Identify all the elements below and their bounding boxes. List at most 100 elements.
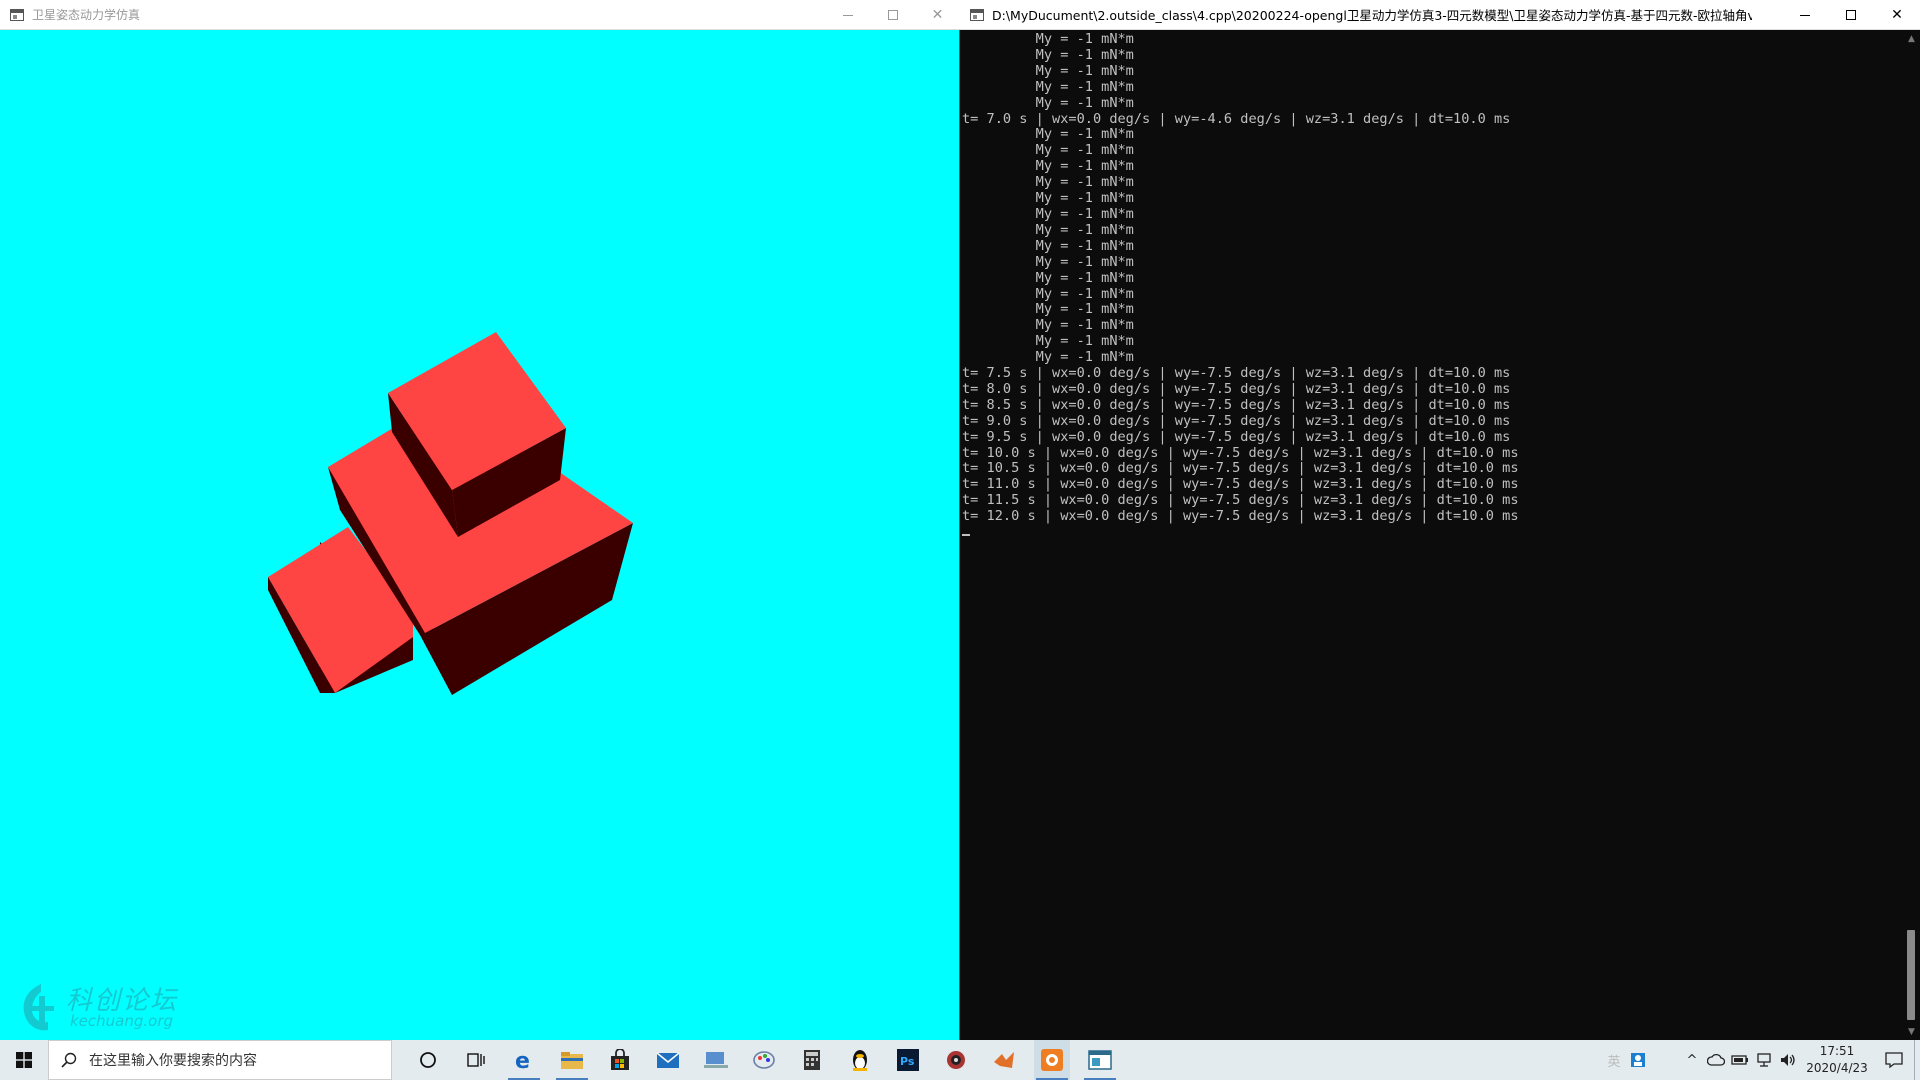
ime-indicator[interactable]: 英 [1602,1040,1626,1080]
console-line: t= 7.0 s | wx=0.0 deg/s | wy=-4.6 deg/s … [962,110,1511,127]
console-window-titlebar[interactable]: D:\MyDucument\2.outside_class\4.cpp\2020… [960,0,1920,30]
qq-button[interactable] [842,1040,878,1080]
opengl-app-taskbar-button[interactable] [1034,1040,1070,1080]
console-line: My = -1 mN*m [962,205,1134,222]
console-line: My = -1 mN*m [962,32,1134,47]
notification-icon [1885,1052,1903,1068]
photoshop-button[interactable]: Ps [890,1040,926,1080]
watermark-english-text: kechuang.org [70,1012,174,1030]
volume-icon[interactable] [1776,1040,1800,1080]
console-line: My = -1 mN*m [962,46,1134,63]
calculator-icon [804,1050,820,1070]
show-hidden-icons-chevron-icon[interactable]: ^ [1680,1040,1704,1080]
scroll-down-icon[interactable]: ▼ [1903,1023,1920,1040]
pinned-apps: e Ps [404,1040,1124,1080]
store-button[interactable] [602,1040,638,1080]
battery-icon[interactable] [1728,1040,1752,1080]
minimize-button[interactable] [825,0,870,30]
svg-text:Ps: Ps [900,1055,915,1068]
photoshop-icon: Ps [897,1049,919,1071]
console-line: t= 7.5 s | wx=0.0 deg/s | wy=-7.5 deg/s … [962,365,1511,382]
minimize-icon [1800,14,1810,16]
computer-button[interactable] [698,1040,734,1080]
console-line: t= 12.0 s | wx=0.0 deg/s | wy=-7.5 deg/s… [962,508,1519,525]
console-line: My = -1 mN*m [962,253,1134,270]
system-tray: 英 ^ 17:51 2020/4/23 [1602,1040,1920,1080]
onedrive-cloud-icon[interactable] [1704,1040,1728,1080]
console-cursor [962,525,1892,541]
close-button[interactable]: ✕ [915,0,960,30]
console-line: My = -1 mN*m [962,142,1134,159]
console-line: t= 10.0 s | wx=0.0 deg/s | wy=-7.5 deg/s… [962,444,1519,461]
console-line: My = -1 mN*m [962,174,1134,191]
console-window-icon [1088,1050,1112,1070]
user-contact-icon[interactable] [1626,1040,1650,1080]
folder-icon [561,1052,583,1069]
console-line: t= 11.5 s | wx=0.0 deg/s | wy=-7.5 deg/s… [962,492,1519,509]
console-line: My = -1 mN*m [962,221,1134,238]
maximize-icon [1846,10,1856,20]
console-line: My = -1 mN*m [962,62,1134,79]
maximize-button[interactable] [870,0,915,30]
taskbar-search-box[interactable]: 在这里输入你要搜索的内容 [48,1040,392,1080]
show-desktop-button[interactable] [1914,1040,1920,1080]
file-explorer-button[interactable] [554,1040,590,1080]
opengl-window[interactable]: 卫星姿态动力学仿真 ✕ 科创论坛 kechuang.org [0,0,960,1040]
console-line: My = -1 mN*m [962,285,1134,302]
console-line: t= 9.5 s | wx=0.0 deg/s | wy=-7.5 deg/s … [962,428,1511,445]
network-icon[interactable] [1752,1040,1776,1080]
svg-text:e: e [515,1049,530,1072]
opengl-app-icon [1041,1049,1063,1071]
taskbar-clock[interactable]: 17:51 2020/4/23 [1800,1043,1874,1077]
console-line: t= 9.0 s | wx=0.0 deg/s | wy=-7.5 deg/s … [962,412,1511,429]
maximize-button[interactable] [1828,0,1874,30]
scroll-up-icon[interactable]: ▲ [1903,30,1920,47]
console-line: My = -1 mN*m [962,126,1134,143]
minimize-icon [842,14,853,16]
close-button[interactable]: ✕ [1874,0,1920,30]
rhino-button[interactable] [938,1040,974,1080]
console-window[interactable]: D:\MyDucument\2.outside_class\4.cpp\2020… [960,0,1920,1040]
console-line: My = -1 mN*m [962,190,1134,207]
scrollbar-thumb[interactable] [1907,930,1915,1020]
watermark-logo-icon [23,984,54,1031]
mail-icon [656,1052,680,1068]
task-view-icon [467,1053,485,1067]
opengl-window-titlebar[interactable]: 卫星姿态动力学仿真 ✕ [0,0,960,30]
search-icon [49,1052,89,1068]
windows-logo-icon [16,1052,32,1068]
close-icon: ✕ [931,7,944,23]
action-center-button[interactable] [1874,1040,1914,1080]
computer-icon [704,1052,728,1068]
calculator-button[interactable] [794,1040,830,1080]
console-output[interactable]: My = -1 mN*m My = -1 mN*m My = -1 mN*m M… [962,32,1892,1037]
console-line: t= 8.0 s | wx=0.0 deg/s | wy=-7.5 deg/s … [962,380,1511,397]
console-window-title: D:\MyDucument\2.outside_class\4.cpp\2020… [992,8,1752,23]
mail-button[interactable] [650,1040,686,1080]
cortana-icon [420,1052,436,1068]
store-bag-icon [611,1049,629,1070]
console-line: My = -1 mN*m [962,333,1134,350]
edge-button[interactable]: e [506,1040,542,1080]
console-scrollbar[interactable]: ▲ ▼ [1903,30,1920,1040]
opengl-viewport[interactable] [0,30,959,1040]
qq-penguin-icon [853,1050,867,1071]
start-button[interactable] [0,1040,48,1080]
watermark: 科创论坛 kechuang.org [14,980,194,1040]
maximize-icon [887,10,898,20]
console-line: My = -1 mN*m [962,269,1134,286]
console-app-taskbar-button[interactable] [1082,1040,1118,1080]
console-line: My = -1 mN*m [962,78,1134,95]
minimize-button[interactable] [1782,0,1828,30]
task-view-button[interactable] [458,1040,494,1080]
rhino-icon [947,1051,965,1069]
cortana-button[interactable] [410,1040,446,1080]
console-line: My = -1 mN*m [962,349,1134,366]
clock-time: 17:51 [1819,1044,1855,1058]
opengl-window-title: 卫星姿态动力学仿真 [32,8,141,22]
search-placeholder: 在这里输入你要搜索的内容 [89,1053,257,1069]
paint-button[interactable] [746,1040,782,1080]
console-line: My = -1 mN*m [962,158,1134,175]
console-line: My = -1 mN*m [962,237,1134,254]
matlab-button[interactable] [986,1040,1022,1080]
